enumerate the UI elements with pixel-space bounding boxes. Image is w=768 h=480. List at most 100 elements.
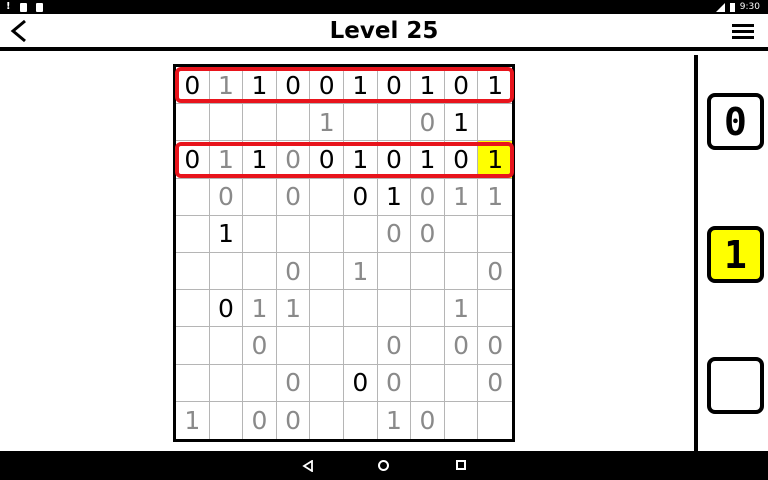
grid-cell[interactable]: 0 [276,253,311,291]
grid-cell[interactable]: 1 [444,290,479,328]
grid-cell[interactable] [243,178,277,216]
grid-cell[interactable] [310,178,344,216]
grid-cell[interactable]: 1 [209,215,244,253]
digit-one-button[interactable]: 1 [707,226,764,283]
grid-cell[interactable]: 0 [377,215,412,253]
grid-cell[interactable] [343,290,378,328]
grid-cell[interactable] [210,401,244,439]
grid-cell[interactable]: 0 [176,67,210,105]
grid-cell[interactable] [209,327,244,365]
grid-cell[interactable] [478,402,512,439]
grid-cell[interactable]: 0 [276,364,311,402]
grid-cell[interactable]: 0 [310,141,344,179]
grid-cell[interactable] [478,290,512,328]
grid-cell[interactable]: 1 [209,67,244,105]
grid-cell[interactable]: 1 [444,178,479,216]
grid-cell[interactable] [478,104,512,142]
grid-cell[interactable]: 0 [377,141,412,179]
grid-cell[interactable] [176,104,210,142]
grid-cell[interactable]: 1 [478,67,512,105]
grid-cell[interactable]: 1 [411,141,445,179]
grid-cell[interactable]: 0 [343,364,378,402]
home-circle-icon[interactable] [378,460,389,471]
grid-cell[interactable] [276,215,311,253]
grid-cell[interactable] [343,327,378,365]
grid-cell[interactable] [276,327,311,365]
hamburger-icon[interactable] [732,24,754,40]
grid-cell[interactable] [444,364,479,402]
grid-cell[interactable]: 0 [209,290,244,328]
grid-cell[interactable] [343,104,378,142]
grid-cell[interactable]: 0 [411,401,445,439]
grid-cell[interactable]: 0 [411,178,445,216]
grid-cell[interactable]: 0 [176,141,210,179]
grid-cell[interactable]: 1 [176,401,210,439]
grid-cell[interactable]: 0 [444,327,479,365]
grid-cell[interactable] [310,253,344,291]
grid-cell[interactable]: 0 [277,401,311,439]
grid-cell[interactable] [310,401,344,439]
grid-cell[interactable] [310,364,344,402]
grid-cell[interactable] [243,253,277,291]
grid-cell[interactable] [344,401,378,439]
grid-cell[interactable] [478,216,512,253]
grid-cell[interactable]: 1 [343,253,378,291]
grid-cell[interactable]: 0 [243,401,277,439]
grid-cell[interactable] [209,104,244,142]
grid-cell[interactable] [176,327,210,365]
grid-cell[interactable] [444,215,479,253]
grid-cell[interactable]: 1 [209,141,244,179]
grid-cell[interactable]: 0 [444,67,479,105]
grid-cell[interactable]: 1 [243,67,277,105]
grid-cell[interactable]: 0 [478,365,512,402]
grid-cell[interactable]: 0 [276,141,311,179]
grid-cell[interactable]: 0 [209,178,244,216]
grid-cell[interactable] [209,364,244,402]
grid-cell[interactable]: 0 [343,178,378,216]
grid-cell[interactable] [411,327,445,365]
grid-cell[interactable] [243,215,277,253]
grid-cell[interactable]: 0 [478,253,512,291]
grid-cell[interactable]: 1 [377,178,412,216]
grid-cell[interactable] [176,253,210,291]
grid-cell[interactable]: 1 [243,141,277,179]
grid-cell[interactable] [176,290,210,328]
grid-cell[interactable] [444,253,479,291]
grid-cell[interactable] [343,215,378,253]
grid-cell[interactable] [411,290,445,328]
grid-cell[interactable]: 1 [310,104,344,142]
grid-cell[interactable] [310,290,344,328]
grid-cell[interactable] [243,104,277,142]
grid-cell[interactable]: 1 [243,290,277,328]
grid-cell[interactable]: 0 [276,67,311,105]
grid-cell[interactable]: 0 [243,327,277,365]
grid-cell[interactable]: 0 [310,67,344,105]
grid-cell[interactable]: 1 [276,290,311,328]
back-triangle-icon[interactable] [302,460,314,472]
digit-zero-button[interactable]: 0 [707,93,764,150]
grid-cell[interactable]: 0 [377,67,412,105]
clear-cell-button[interactable] [707,357,764,414]
grid-cell[interactable]: 1 [478,179,512,216]
grid-cell[interactable]: 1 [378,401,412,439]
recents-square-icon[interactable] [456,460,466,470]
grid-cell[interactable] [377,290,412,328]
grid-cell[interactable] [411,364,445,402]
grid-cell[interactable] [411,253,445,291]
grid-cell[interactable] [243,364,277,402]
grid-cell[interactable] [377,253,412,291]
grid-cell[interactable]: 0 [377,364,412,402]
grid-cell[interactable] [377,104,412,142]
grid-cell[interactable]: 1 [343,67,378,105]
grid-cell[interactable] [176,178,210,216]
grid-cell[interactable]: 1 [343,141,378,179]
grid-cell[interactable]: 0 [411,104,445,142]
grid-cell[interactable] [310,215,344,253]
grid-cell[interactable]: 1 [478,141,512,179]
grid-cell[interactable]: 0 [444,141,479,179]
grid-cell[interactable]: 0 [478,327,512,365]
grid-cell[interactable]: 0 [377,327,412,365]
grid-cell[interactable]: 0 [411,215,445,253]
grid-cell[interactable] [209,253,244,291]
grid-cell[interactable] [445,401,479,439]
